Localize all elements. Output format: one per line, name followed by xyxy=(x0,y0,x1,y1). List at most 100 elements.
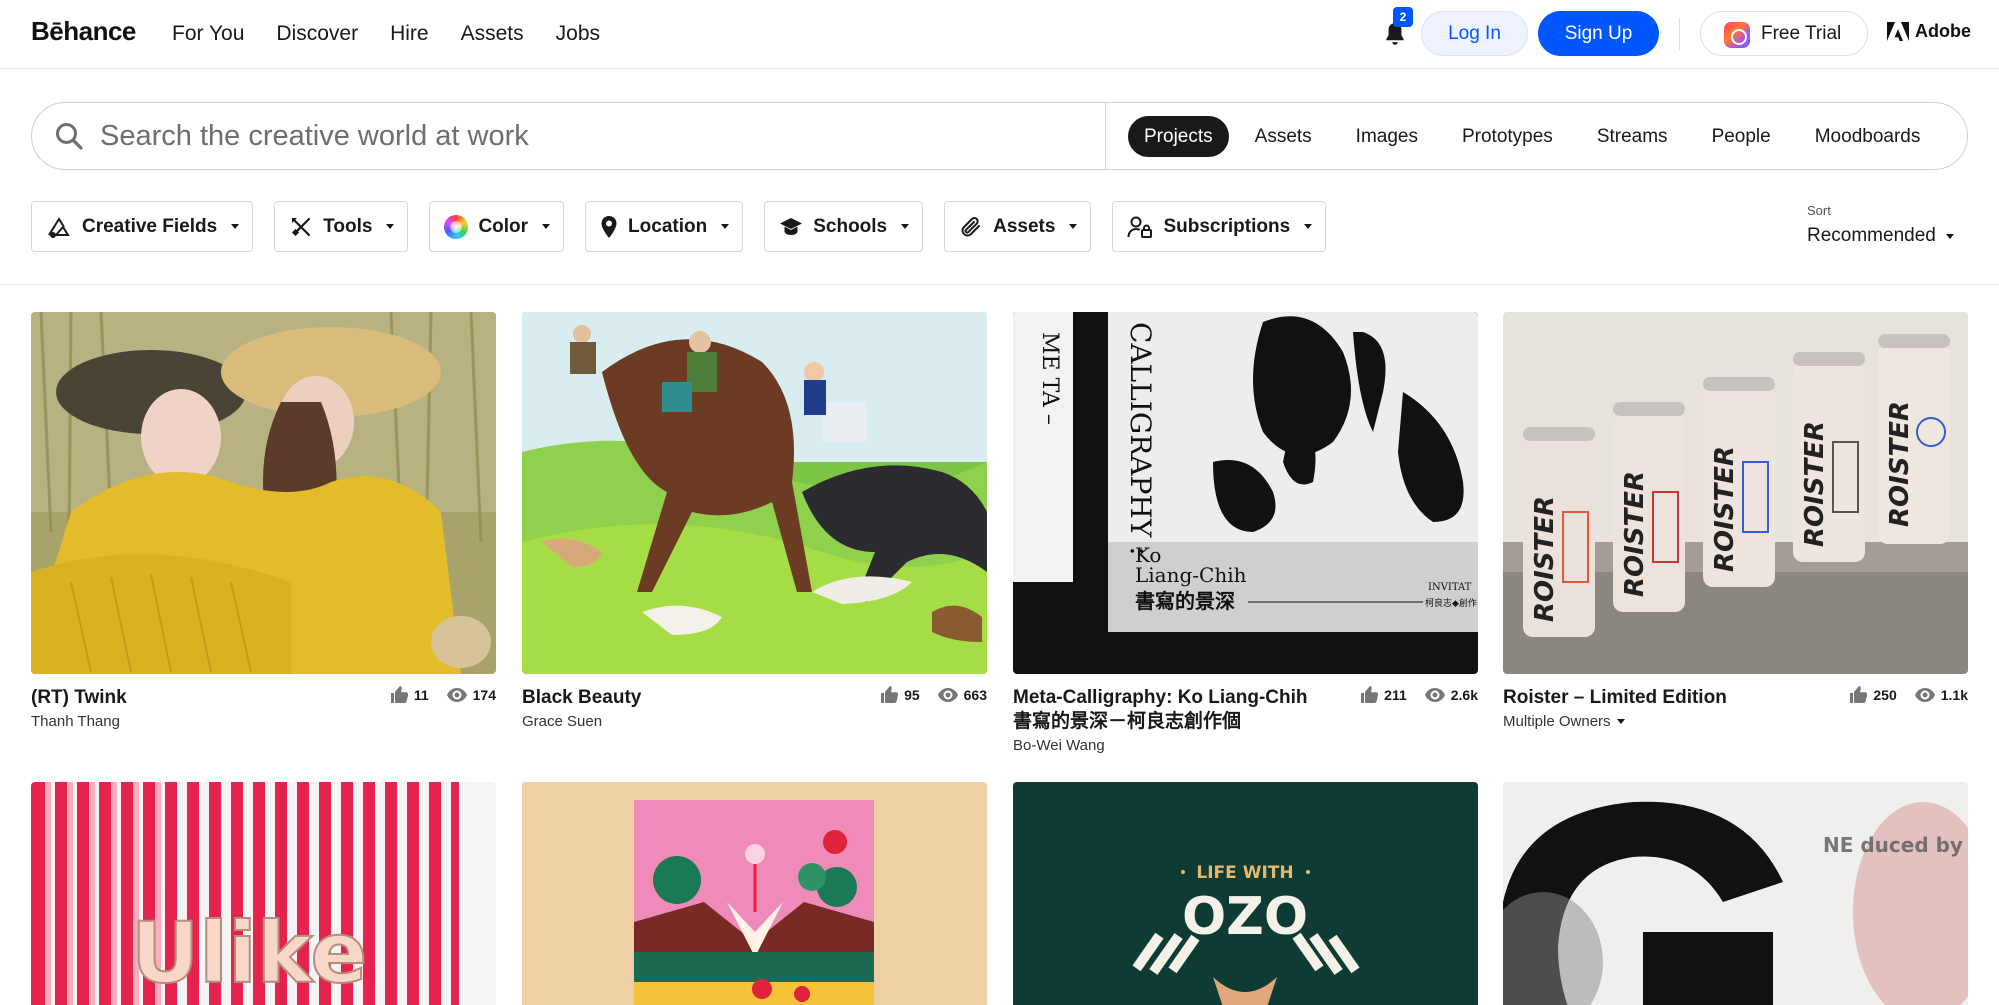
project-title[interactable]: Meta-Calligraphy: Ko Liang-Chih 書寫的景深－柯良… xyxy=(1013,686,1313,734)
artwork-text-chinese: 書寫的景深 xyxy=(1135,589,1235,613)
search-divider xyxy=(1105,103,1106,169)
project-card[interactable]: ROISTER ROISTER ROISTER ROISTER ROISTER … xyxy=(1503,312,1968,730)
paperclip-icon xyxy=(961,216,981,236)
project-owner[interactable]: Bo-Wei Wang xyxy=(1013,737,1478,754)
tab-people[interactable]: People xyxy=(1690,116,1793,157)
project-thumbnail[interactable]: Ulike xyxy=(31,782,496,1005)
project-owner[interactable]: Grace Suen xyxy=(522,713,987,730)
artwork-wordmark: OZO xyxy=(1182,887,1308,947)
views-stat: 663 xyxy=(937,687,987,703)
nav-link-discover[interactable]: Discover xyxy=(276,22,358,46)
chevron-down-icon xyxy=(231,224,240,229)
project-title[interactable]: Roister – Limited Edition xyxy=(1503,686,1803,710)
free-trial-label: Free Trial xyxy=(1761,23,1842,44)
project-card[interactable]: LIFE WITH OZO xyxy=(1013,782,1478,1005)
tab-prototypes[interactable]: Prototypes xyxy=(1440,116,1575,157)
filter-assets[interactable]: Assets xyxy=(944,201,1092,252)
project-stats: 250 1.1k xyxy=(1849,686,1968,703)
project-thumbnail[interactable] xyxy=(31,312,496,674)
color-wheel-icon xyxy=(444,214,469,239)
views-stat: 174 xyxy=(446,686,496,703)
tab-streams[interactable]: Streams xyxy=(1575,116,1690,157)
project-card[interactable]: Ulike xyxy=(31,782,496,1005)
project-title[interactable]: Black Beauty xyxy=(522,686,822,710)
tab-projects[interactable]: Projects xyxy=(1128,116,1229,157)
owner-name: Thanh Thang xyxy=(31,713,120,730)
project-title[interactable]: (RT) Twink xyxy=(31,686,331,710)
filter-color[interactable]: Color xyxy=(429,201,565,252)
filter-bar: Creative Fields Tools Color Location Sch… xyxy=(31,201,1327,252)
filter-label: Creative Fields xyxy=(82,215,218,237)
views-count: 174 xyxy=(472,686,496,703)
nav-link-hire[interactable]: Hire xyxy=(390,22,429,46)
location-pin-icon xyxy=(601,215,617,238)
project-image: Ulike xyxy=(31,782,496,1005)
project-owner-dropdown[interactable]: Multiple Owners xyxy=(1503,713,1968,730)
tab-assets[interactable]: Assets xyxy=(1233,116,1334,157)
sign-up-button[interactable]: Sign Up xyxy=(1538,11,1659,56)
tab-moodboards[interactable]: Moodboards xyxy=(1793,116,1943,157)
search-icon xyxy=(56,123,83,150)
log-in-button[interactable]: Log In xyxy=(1421,11,1528,56)
main-nav-links: For You Discover Hire Assets Jobs xyxy=(172,22,600,46)
nav-divider xyxy=(1679,18,1680,50)
chevron-down-icon xyxy=(1616,719,1625,724)
views-count: 1.1k xyxy=(1940,686,1968,703)
filter-creative-fields[interactable]: Creative Fields xyxy=(31,201,254,252)
artwork-text-artist: 柯良志◆創作 xyxy=(1425,597,1477,609)
nav-link-jobs[interactable]: Jobs xyxy=(556,22,600,46)
project-thumbnail[interactable]: ME TA – CALLIGRAPHY : Ko Liang-Chih 書寫的景… xyxy=(1013,312,1478,674)
filter-tools[interactable]: Tools xyxy=(274,201,409,252)
owner-name: Multiple Owners xyxy=(1503,713,1611,730)
graduation-cap-icon xyxy=(780,217,803,235)
chevron-down-icon xyxy=(1945,233,1954,239)
filter-subscriptions[interactable]: Subscriptions xyxy=(1112,201,1327,252)
chevron-down-icon xyxy=(721,224,730,229)
behance-logo[interactable]: Bēhance xyxy=(31,16,136,47)
likes-stat: 250 xyxy=(1849,686,1897,703)
eye-icon xyxy=(1914,687,1935,702)
project-card[interactable]: NE duced by Rinhi xyxy=(1503,782,1968,1005)
project-thumbnail[interactable] xyxy=(522,782,987,1005)
artwork-wordmark: Ulike xyxy=(131,904,367,1002)
adobe-link[interactable]: Adobe xyxy=(1887,21,1971,42)
eye-icon xyxy=(1424,687,1445,702)
project-thumbnail[interactable] xyxy=(522,312,987,674)
views-stat: 2.6k xyxy=(1424,687,1478,703)
adobe-label: Adobe xyxy=(1915,21,1971,41)
project-thumbnail[interactable]: LIFE WITH OZO xyxy=(1013,782,1478,1005)
project-card[interactable]: (RT) Twink Thanh Thang 11 174 xyxy=(31,312,496,730)
project-image xyxy=(522,782,987,1005)
filter-schools[interactable]: Schools xyxy=(764,201,924,252)
sort-dropdown[interactable]: Sort Recommended xyxy=(1807,203,1954,247)
artwork-text-name-2: Liang-Chih xyxy=(1135,563,1247,587)
thumbs-up-icon xyxy=(1361,686,1379,703)
likes-count: 250 xyxy=(1873,686,1897,703)
project-card[interactable]: Black Beauty Grace Suen 95 663 xyxy=(522,312,987,730)
filter-label: Subscriptions xyxy=(1163,215,1291,237)
likes-count: 211 xyxy=(1384,686,1407,703)
tab-images[interactable]: Images xyxy=(1334,116,1440,157)
search-type-tabs: Projects Assets Images Prototypes Stream… xyxy=(1128,116,1942,157)
project-image: LIFE WITH OZO xyxy=(1013,782,1478,1005)
search-input[interactable] xyxy=(100,113,1060,159)
project-thumbnail[interactable]: ROISTER ROISTER ROISTER ROISTER ROISTER xyxy=(1503,312,1968,674)
project-thumbnail[interactable]: NE duced by Rinhi xyxy=(1503,782,1968,1005)
project-card[interactable] xyxy=(522,782,987,1005)
project-stats: 211 2.6k xyxy=(1360,686,1478,703)
project-card[interactable]: ME TA – CALLIGRAPHY : Ko Liang-Chih 書寫的景… xyxy=(1013,312,1478,754)
filter-label: Schools xyxy=(813,215,888,237)
artwork-text-calligraphy: CALLIGRAPHY : xyxy=(1124,322,1157,556)
can-label: ROISTER xyxy=(1530,496,1560,622)
owner-name: Bo-Wei Wang xyxy=(1013,737,1105,754)
owner-name: Grace Suen xyxy=(522,713,603,730)
nav-link-assets[interactable]: Assets xyxy=(461,22,524,46)
likes-stat: 11 xyxy=(390,686,429,703)
creative-fields-icon xyxy=(48,216,70,238)
filter-label: Assets xyxy=(993,215,1056,237)
filter-location[interactable]: Location xyxy=(585,201,744,252)
project-owner[interactable]: Thanh Thang xyxy=(31,713,496,730)
likes-stat: 211 xyxy=(1360,686,1407,703)
nav-link-for-you[interactable]: For You xyxy=(172,22,244,46)
can-label: ROISTER xyxy=(1800,421,1830,547)
